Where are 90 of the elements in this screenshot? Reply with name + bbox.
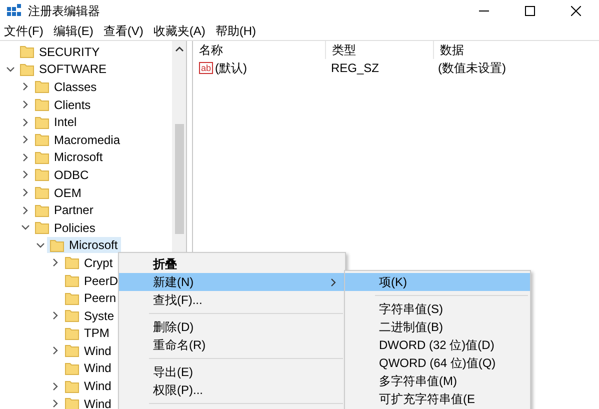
string-value-icon: ab [199, 62, 214, 74]
table-cell: REG_SZ [331, 61, 380, 75]
registry-icon [6, 3, 22, 19]
tree-item[interactable]: Wind [62, 378, 114, 394]
tree-item[interactable]: Wind [62, 360, 114, 376]
tree-item[interactable]: PeerD [62, 272, 122, 289]
scrollbar-thumb[interactable] [174, 124, 184, 234]
expand-chevron-icon[interactable] [21, 188, 30, 198]
menu-item[interactable]: 字符串值(S) [345, 300, 530, 318]
tree-item[interactable]: Intel [32, 114, 80, 130]
folder-icon [20, 62, 34, 76]
tree-item[interactable]: Classes [32, 78, 100, 95]
expand-chevron-icon[interactable] [21, 152, 30, 162]
folder-icon [65, 292, 79, 305]
tree-item[interactable]: Syste [62, 308, 118, 324]
menu-item[interactable]: QWORD (64 位)值(Q) [345, 354, 530, 372]
folder-icon [65, 326, 79, 340]
menu-item[interactable]: 收藏夹(A) [149, 22, 212, 40]
tree-item[interactable]: Clients [32, 96, 94, 113]
menu-item[interactable]: 权限(P)... [119, 381, 345, 399]
expand-chevron-icon[interactable] [21, 118, 30, 127]
menu-item[interactable]: 帮助(H) [211, 22, 262, 40]
folder-icon [35, 221, 49, 234]
folder-icon [35, 186, 49, 200]
folder-icon [65, 309, 79, 322]
menu-item[interactable]: 二进制值(B) [345, 318, 530, 336]
folder-icon [35, 133, 49, 146]
folder-icon [65, 397, 79, 409]
tree-item[interactable]: Macromedia [32, 132, 124, 148]
menu-item[interactable]: 重命名(R) [119, 336, 345, 354]
maximize-icon [525, 6, 535, 16]
menu-item[interactable]: 编辑(E) [49, 22, 100, 40]
menu-item[interactable]: 折叠 [119, 255, 345, 273]
folder-icon [50, 238, 64, 252]
window-title: 注册表编辑器 [28, 2, 100, 20]
folder-icon [65, 380, 79, 393]
collapse-chevron-icon[interactable] [6, 64, 15, 74]
folder-icon [35, 150, 49, 164]
scroll-up-icon[interactable] [174, 46, 184, 52]
tree-item[interactable]: Partner [32, 202, 96, 218]
expand-chevron-icon[interactable] [21, 206, 30, 215]
folder-icon [65, 274, 79, 288]
menu-item[interactable]: 导出(E) [119, 363, 345, 381]
expand-chevron-icon[interactable] [51, 346, 60, 356]
tree-item[interactable]: SECURITY [17, 44, 103, 60]
table-cell: (默认) [215, 60, 248, 76]
folder-icon [35, 116, 49, 129]
expand-chevron-icon[interactable] [21, 170, 30, 180]
tree-item[interactable]: Crypt [62, 254, 116, 271]
tree-item[interactable]: SOFTWARE [17, 61, 110, 78]
menu-item[interactable]: 新建(N) [119, 273, 345, 291]
tree-item[interactable]: Microsoft [32, 149, 106, 166]
column-header[interactable]: 数据 [434, 41, 599, 59]
folder-icon [65, 344, 79, 358]
table-cell: (数值未设置) [438, 60, 506, 76]
menu-item[interactable]: 文件(F) [0, 22, 50, 40]
folder-icon [35, 98, 49, 112]
folder-icon [35, 80, 49, 94]
tree-item[interactable]: Peern [62, 290, 120, 306]
menu-item[interactable]: 多字符串值(M) [345, 372, 530, 390]
menu-item[interactable]: 可扩充字符串值(E [345, 390, 530, 408]
folder-icon [65, 362, 79, 375]
close-icon [571, 6, 581, 16]
expand-chevron-icon[interactable] [51, 258, 60, 268]
expand-chevron-icon[interactable] [21, 100, 30, 110]
menu-item[interactable]: 查找(F)... [119, 291, 345, 309]
folder-icon [65, 256, 79, 270]
column-header[interactable]: 类型 [326, 41, 434, 59]
expand-chevron-icon[interactable] [51, 382, 60, 391]
tree-item[interactable]: Policies [32, 220, 98, 236]
folder-icon [20, 45, 34, 58]
expand-chevron-icon[interactable] [21, 135, 30, 144]
menu-item[interactable]: 项(K) [345, 273, 530, 291]
tree-item[interactable]: Microsoft [47, 237, 121, 254]
expand-chevron-icon[interactable] [21, 82, 30, 92]
folder-icon [35, 204, 49, 217]
tree-item[interactable]: Wind [62, 396, 114, 409]
menu-item[interactable]: DWORD (32 位)值(D) [345, 336, 530, 354]
folder-icon [35, 168, 49, 182]
collapse-chevron-icon[interactable] [21, 223, 30, 232]
column-header[interactable]: 名称 [193, 41, 326, 59]
menu-item[interactable]: 删除(D) [119, 318, 345, 336]
tree-item[interactable]: TPM [62, 325, 112, 342]
tree-item[interactable]: OEM [32, 184, 84, 201]
collapse-chevron-icon[interactable] [36, 240, 45, 250]
expand-chevron-icon[interactable] [51, 311, 60, 320]
tree-item[interactable]: ODBC [32, 166, 92, 183]
menu-item[interactable]: 查看(V) [99, 22, 150, 40]
expand-chevron-icon[interactable] [51, 399, 60, 408]
tree-item[interactable]: Wind [62, 342, 114, 359]
